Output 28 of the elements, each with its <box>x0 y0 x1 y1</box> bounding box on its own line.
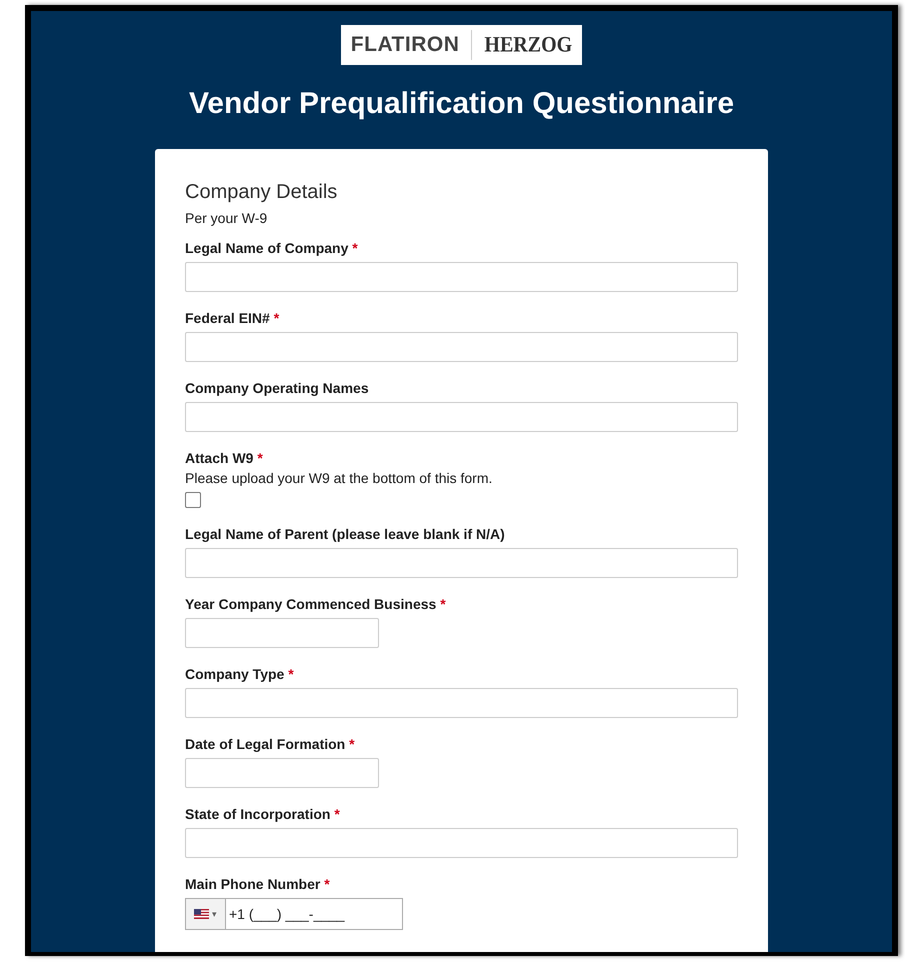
page-title: Vendor Prequalification Questionnaire <box>188 87 734 122</box>
field-label: Company Operating Names <box>185 380 370 396</box>
text-field[interactable] <box>185 548 738 578</box>
field-label: Legal Name of Parent (please leave blank if N/A) <box>185 526 506 542</box>
section-subtitle: Per your W-9 <box>185 210 268 226</box>
country-select[interactable]: ▾ <box>186 899 226 929</box>
logo-text: HERZOG <box>483 32 572 58</box>
flag-icon <box>194 909 209 919</box>
field-label: Company Type * <box>185 666 295 682</box>
section-title: Company Details <box>185 181 338 204</box>
field-label: State of Incorporation * <box>185 806 341 822</box>
text-field[interactable] <box>185 828 738 858</box>
field-label: Main Phone Number * <box>185 876 331 892</box>
phone-field[interactable]: ▾ +1 (___) ___-____ <box>185 898 403 930</box>
checkbox[interactable] <box>185 492 201 508</box>
text-field[interactable] <box>185 332 738 362</box>
field-label: Date of Legal Formation * <box>185 736 356 752</box>
field-description: Please upload your W9 at the bottom of this form. <box>185 470 494 486</box>
text-field[interactable] <box>185 402 738 432</box>
field-label: Legal Name of Company * <box>185 240 359 256</box>
logo-text: FLATIRON <box>350 33 460 57</box>
text-field[interactable] <box>185 758 379 788</box>
text-field[interactable] <box>185 262 738 292</box>
text-field[interactable] <box>185 618 379 648</box>
text-field[interactable] <box>185 688 738 718</box>
field-label: Year Company Commenced Business * <box>185 596 447 612</box>
field-label: Federal EIN# * <box>185 310 280 326</box>
field-label: Attach W9 * <box>185 450 264 466</box>
